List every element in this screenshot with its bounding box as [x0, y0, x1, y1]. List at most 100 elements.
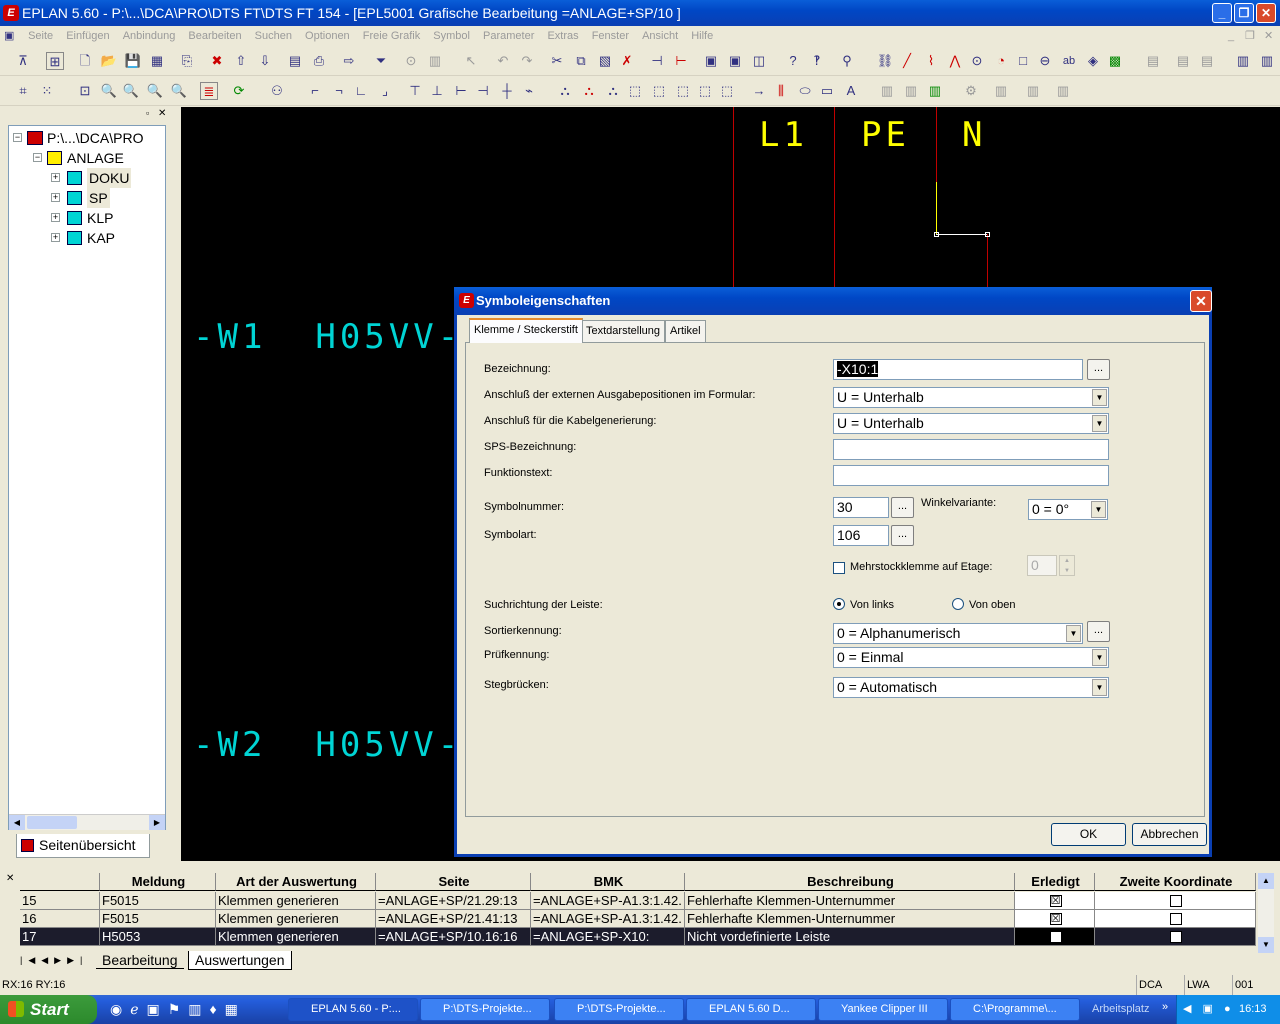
menu-hilfe[interactable]: Hilfe: [686, 26, 718, 46]
sheet-tab-auswertungen[interactable]: Auswertungen: [188, 951, 292, 970]
tree-hscrollbar[interactable]: ◀ ▶: [9, 814, 165, 830]
view-icon[interactable]: ◫: [750, 52, 768, 70]
windows-icon[interactable]: ▣: [726, 52, 744, 70]
tree-item-klp[interactable]: + KLP: [9, 208, 165, 228]
mdi-restore-button[interactable]: ❐: [1245, 26, 1255, 46]
oval-icon[interactable]: ⬭: [796, 82, 814, 100]
sortier-browse-button[interactable]: ...: [1087, 621, 1110, 642]
arrow-icon[interactable]: →: [750, 82, 768, 100]
menu-einfuegen[interactable]: Einfügen: [61, 26, 114, 46]
tree-item-sp[interactable]: + SP: [9, 188, 165, 208]
green-icon[interactable]: ▥: [926, 82, 944, 100]
scroll-left-icon[interactable]: ◀: [9, 815, 25, 830]
macro-icon[interactable]: ▤: [1144, 52, 1162, 70]
terminal-icon[interactable]: ▭: [818, 82, 836, 100]
tree-item-anlage[interactable]: − ANLAGE: [9, 148, 165, 168]
steg-select[interactable]: 0 = Automatisch ▼: [833, 677, 1109, 698]
scroll-up-icon[interactable]: ▲: [1258, 873, 1274, 889]
gray1-icon[interactable]: ▥: [878, 82, 896, 100]
table-row[interactable]: 16 F5015 Klemmen generieren =ANLAGE+SP/2…: [20, 910, 1256, 928]
col-art[interactable]: Art der Auswertung: [216, 873, 376, 891]
line-icon[interactable]: ╱: [898, 52, 916, 70]
chevron-down-icon[interactable]: ▼: [1092, 415, 1107, 432]
corner-br-icon[interactable]: ⌟: [376, 82, 394, 100]
checked-box-icon[interactable]: ☒: [1049, 894, 1062, 907]
mehrstock-spinner[interactable]: 0: [1027, 555, 1057, 576]
results-vscrollbar[interactable]: ▲ ▼: [1258, 873, 1274, 953]
sheet-tab-bearbeitung[interactable]: Bearbeitung: [96, 951, 184, 969]
symbolart-input[interactable]: 106: [833, 525, 889, 546]
col-erledigt[interactable]: Erledigt: [1015, 873, 1095, 891]
device-icon[interactable]: ⛬: [556, 82, 574, 100]
help-icon[interactable]: ?: [784, 52, 802, 70]
menu-freie-grafik[interactable]: Freie Grafik: [358, 26, 425, 46]
bus-icon[interactable]: ⊼: [14, 52, 32, 70]
scroll-thumb[interactable]: [27, 816, 77, 829]
scroll-down-icon[interactable]: ▼: [1258, 937, 1274, 953]
list-icon[interactable]: ▥: [426, 52, 444, 70]
menu-bearbeiten[interactable]: Bearbeiten: [183, 26, 246, 46]
redo-icon[interactable]: ↷: [518, 52, 536, 70]
cancel-button[interactable]: Abbrechen: [1132, 823, 1207, 846]
menu-anbindung[interactable]: Anbindung: [118, 26, 181, 46]
corner-tr-icon[interactable]: ¬: [330, 82, 348, 100]
mehrstock-checkbox[interactable]: [833, 562, 845, 574]
zoom-window-icon[interactable]: ⊡: [76, 82, 94, 100]
tray-icons[interactable]: ◀ ▣ ●: [1183, 995, 1235, 1024]
collapse-icon[interactable]: −: [33, 153, 42, 162]
menu-ansicht[interactable]: Ansicht: [637, 26, 683, 46]
zoom-prev-icon[interactable]: 🔍: [170, 82, 188, 100]
filter-icon[interactable]: ⏷: [372, 52, 390, 70]
dialog-close-button[interactable]: ✕: [1190, 290, 1212, 312]
image-icon[interactable]: ▩: [1106, 52, 1124, 70]
menu-fenster[interactable]: Fenster: [587, 26, 634, 46]
delete-page-icon[interactable]: ✖: [208, 52, 226, 70]
anschluss-kabel-select[interactable]: U = Unterhalb ▼: [833, 413, 1109, 434]
circle-icon[interactable]: ⊙: [968, 52, 986, 70]
chevron-down-icon[interactable]: ▼: [1092, 679, 1107, 696]
bezeichnung-browse-button[interactable]: ...: [1087, 359, 1110, 380]
search-binoculars-icon[interactable]: ⚲: [838, 52, 856, 70]
sps-input[interactable]: [833, 439, 1109, 460]
ellipse-icon[interactable]: ⊖: [1036, 52, 1054, 70]
expand-icon[interactable]: +: [51, 173, 60, 182]
ortho-icon[interactable]: ≣: [200, 82, 218, 100]
box2-icon[interactable]: ⬚: [650, 82, 668, 100]
sortier-select[interactable]: 0 = Alphanumerisch ▼: [833, 623, 1083, 644]
symbolnummer-browse-button[interactable]: ...: [891, 497, 914, 518]
tab-seitenuebersicht[interactable]: Seitenübersicht: [16, 834, 150, 858]
quicklaunch-icons[interactable]: ◉ℯ▣⚑▥♦▦: [110, 1001, 246, 1018]
gray5-icon[interactable]: ▥: [1024, 82, 1042, 100]
grid-snap-icon[interactable]: ⌗: [14, 82, 32, 100]
arc-icon[interactable]: ◔: [992, 52, 1010, 70]
cell-erledigt[interactable]: ☒: [1015, 910, 1095, 928]
refresh-icon[interactable]: ⟳: [230, 82, 248, 100]
col-bmk[interactable]: BMK: [531, 873, 685, 891]
properties-icon[interactable]: ▤: [286, 52, 304, 70]
minimize-button[interactable]: _: [1212, 3, 1232, 23]
toolbar-overflow-icon[interactable]: »: [1162, 995, 1168, 1024]
text-icon[interactable]: ab: [1060, 52, 1078, 70]
chevron-down-icon[interactable]: ▼: [1091, 501, 1106, 518]
task-dts-2[interactable]: P:\DTS-Projekte...: [554, 998, 684, 1021]
bezeichnung-input[interactable]: -X10:1: [833, 359, 1083, 380]
close-button[interactable]: ✕: [1256, 3, 1276, 23]
maximize-button[interactable]: ❐: [1234, 3, 1254, 23]
zoom-out-icon[interactable]: 🔍: [122, 82, 140, 100]
menu-symbol[interactable]: Symbol: [428, 26, 475, 46]
fill-icon[interactable]: ◈: [1084, 52, 1102, 70]
save-all-icon[interactable]: ▦: [148, 52, 166, 70]
unchecked-box-icon[interactable]: [1170, 894, 1182, 907]
collapse-icon[interactable]: −: [13, 133, 22, 142]
col-beschreibung[interactable]: Beschreibung: [685, 873, 1015, 891]
gray3-icon[interactable]: ⚙: [962, 82, 980, 100]
col-zweite[interactable]: Zweite Koordinate: [1095, 873, 1256, 891]
connect-icon[interactable]: ⊣: [648, 52, 666, 70]
col-seite[interactable]: Seite: [376, 873, 531, 891]
cross-icon[interactable]: ┼: [498, 82, 516, 100]
table-row-selected[interactable]: 17 H5053 Klemmen generieren =ANLAGE+SP/1…: [20, 928, 1256, 946]
von-links-radio[interactable]: [833, 598, 845, 610]
expand-icon[interactable]: +: [51, 193, 60, 202]
corner-bl-icon[interactable]: ∟: [352, 82, 370, 100]
window-icon[interactable]: ▣: [702, 52, 720, 70]
